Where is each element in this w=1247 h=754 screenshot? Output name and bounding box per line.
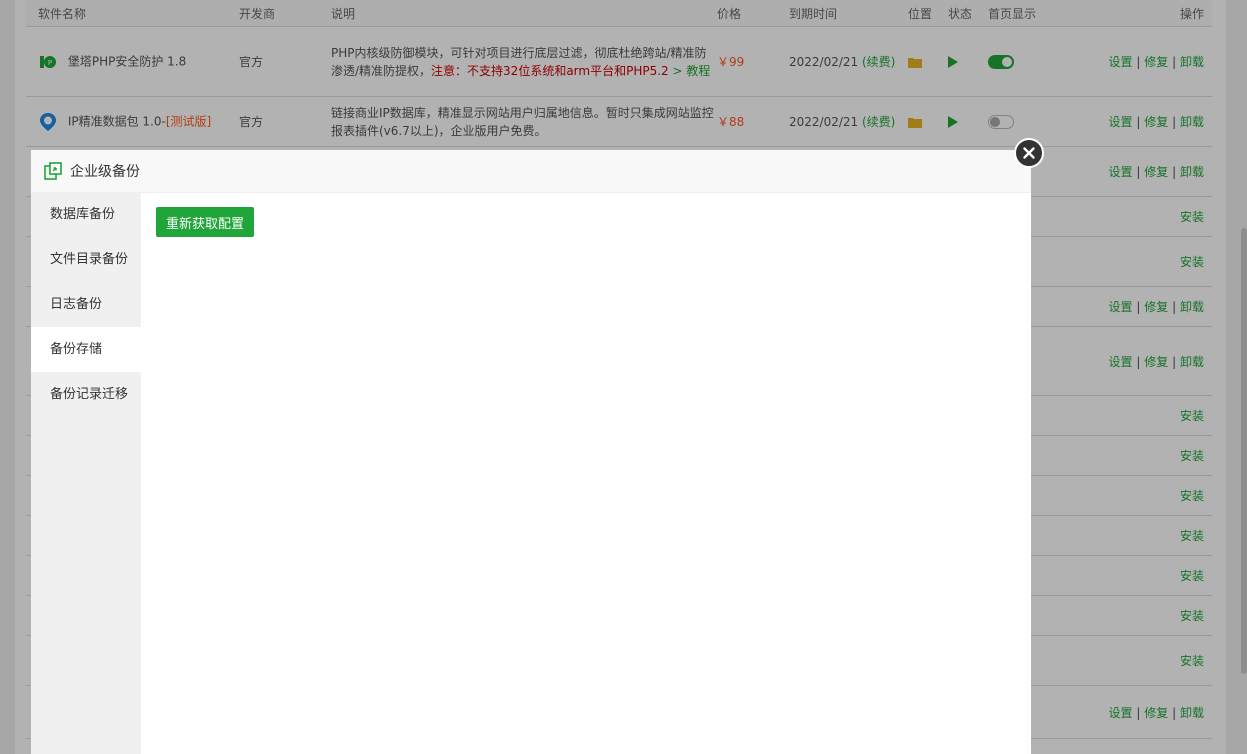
- sidebar-item-log-backup[interactable]: 日志备份: [31, 282, 141, 327]
- modal-sidebar: 数据库备份 文件目录备份 日志备份 备份存储 备份记录迁移: [31, 192, 141, 754]
- sidebar-item-directory-backup[interactable]: 文件目录备份: [31, 237, 141, 282]
- backup-icon: [44, 162, 62, 180]
- close-icon: [1023, 147, 1035, 159]
- modal-body: 数据库备份 文件目录备份 日志备份 备份存储 备份记录迁移 重新获取配置: [31, 192, 1031, 754]
- sidebar-item-backup-storage[interactable]: 备份存储: [31, 327, 141, 372]
- sidebar-item-database-backup[interactable]: 数据库备份: [31, 192, 141, 237]
- modal-title: 企业级备份: [70, 164, 140, 180]
- modal-header: 企业级备份: [31, 150, 1031, 193]
- refetch-config-button[interactable]: 重新获取配置: [156, 207, 255, 237]
- sidebar-item-record-migration[interactable]: 备份记录迁移: [31, 372, 141, 417]
- modal-content: 重新获取配置: [141, 192, 1031, 754]
- backup-modal: 企业级备份 数据库备份 文件目录备份 日志备份 备份存储 备份记录迁移 重新获取…: [31, 150, 1031, 754]
- close-button[interactable]: [1014, 138, 1044, 168]
